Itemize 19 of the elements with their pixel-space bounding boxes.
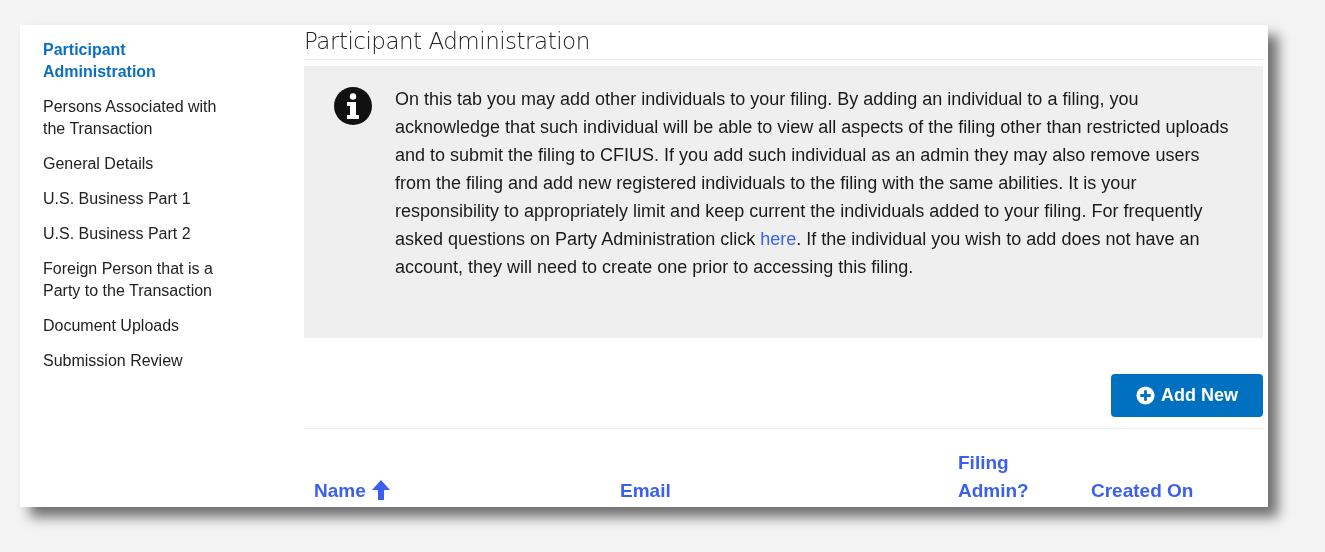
sidebar-item[interactable]: U.S. Business Part 1 [43, 188, 233, 210]
sidebar-item[interactable]: U.S. Business Part 2 [43, 223, 233, 245]
column-header[interactable]: Created On [1091, 477, 1241, 505]
sidebar-item[interactable]: Document Uploads [43, 315, 233, 337]
column-header[interactable]: Filing Admin? [958, 449, 1058, 505]
here-link[interactable]: here [760, 229, 797, 249]
add-new-button[interactable]: Add New [1111, 374, 1263, 417]
sidebar-item[interactable]: Participant Administration [43, 39, 233, 83]
info-icon [333, 86, 373, 126]
column-header[interactable]: Email [620, 477, 745, 505]
sidebar-item[interactable]: Foreign Person that is a Party to the Transaction [43, 258, 233, 302]
sidebar-item[interactable]: Submission Review [43, 350, 233, 372]
page-title: Participant Administration [304, 25, 1263, 60]
column-header[interactable]: Name [314, 477, 366, 505]
sidebar-item[interactable]: General Details [43, 153, 233, 175]
info-text: On this tab you may add other individuals to your filing. By adding an individual to a filing, you acknowledge that such individual will be able to view all aspects of the filing other than restricted uploads and to submit the filing to CFIUS. If you add such individual as an admin they may also remove users from the filing and add new registered individuals to the filing with the same abilities. It is your responsibility to appropriately limit and keep current the individuals added to your filing. For frequently asked questions on Party Administration click here. If the individual you wish to add does not have an account, they will need to create one prior to accessing this filing. [395, 88, 1230, 279]
sort-arrow-icon[interactable] [371, 480, 390, 500]
sidebar-item[interactable]: Persons Associated with the Transaction [43, 96, 233, 140]
plus-circle-icon [1136, 386, 1155, 405]
